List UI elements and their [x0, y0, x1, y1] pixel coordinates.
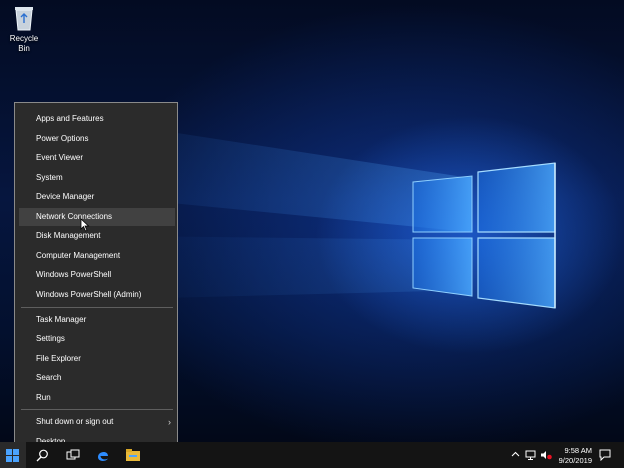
mouse-cursor-icon — [80, 218, 90, 232]
menu-item-search[interactable]: Search — [19, 369, 175, 387]
clock-time[interactable]: 9:58 AM — [552, 446, 592, 455]
edge-taskbar-button[interactable] — [90, 442, 116, 468]
chevron-right-icon: › — [168, 417, 171, 427]
menu-item-file-explorer[interactable]: File Explorer — [19, 350, 175, 368]
recycle-bin-icon — [15, 7, 33, 31]
menu-item-event-viewer[interactable]: Event Viewer — [19, 149, 175, 167]
task-view-button[interactable] — [60, 442, 86, 468]
start-button[interactable] — [0, 442, 26, 468]
desktop[interactable]: Recycle Bin Apps and Features Power Opti… — [0, 0, 624, 442]
search-button[interactable] — [30, 442, 56, 468]
edge-icon — [98, 451, 108, 461]
menu-item-shut-down-or-sign-out[interactable]: Shut down or sign out › — [19, 413, 175, 431]
search-icon — [36, 449, 48, 462]
file-explorer-icon — [126, 449, 140, 461]
menu-item-run[interactable]: Run — [19, 389, 175, 407]
windows-logo-icon — [6, 449, 19, 462]
clock-date[interactable]: 9/20/2019 — [552, 456, 592, 465]
chevron-up-icon[interactable] — [511, 450, 520, 459]
menu-item-network-connections[interactable]: Network Connections — [19, 207, 175, 226]
menu-item-settings[interactable]: Settings — [19, 330, 175, 348]
taskbar: 9:58 AM 9/20/2019 — [0, 442, 624, 468]
menu-item-computer-management[interactable]: Computer Management — [19, 247, 175, 265]
volume-muted-icon[interactable] — [540, 450, 552, 460]
recycle-bin-label: Recycle Bin — [9, 34, 39, 53]
menu-item-system[interactable]: System — [19, 169, 175, 187]
file-explorer-taskbar-button[interactable] — [120, 442, 146, 468]
network-icon[interactable] — [525, 450, 537, 460]
power-user-menu: Apps and Features Power Options Event Vi… — [14, 102, 178, 442]
menu-item-task-manager[interactable]: Task Manager — [19, 311, 175, 329]
menu-separator — [21, 307, 173, 308]
menu-item-disk-management[interactable]: Disk Management — [19, 227, 175, 245]
menu-item-windows-powershell[interactable]: Windows PowerShell — [19, 266, 175, 284]
menu-separator — [21, 409, 173, 410]
menu-item-device-manager[interactable]: Device Manager — [19, 188, 175, 206]
menu-item-apps-and-features[interactable]: Apps and Features — [19, 110, 175, 128]
recycle-bin-shortcut[interactable]: Recycle Bin — [4, 4, 44, 54]
menu-item-windows-powershell-admin[interactable]: Windows PowerShell (Admin) — [19, 286, 175, 304]
task-view-icon — [66, 449, 80, 460]
notifications-icon[interactable] — [599, 449, 611, 461]
menu-item-power-options[interactable]: Power Options — [19, 130, 175, 148]
menu-item-desktop[interactable]: Desktop — [19, 433, 175, 443]
menu-item-label: Shut down or sign out — [36, 417, 114, 426]
